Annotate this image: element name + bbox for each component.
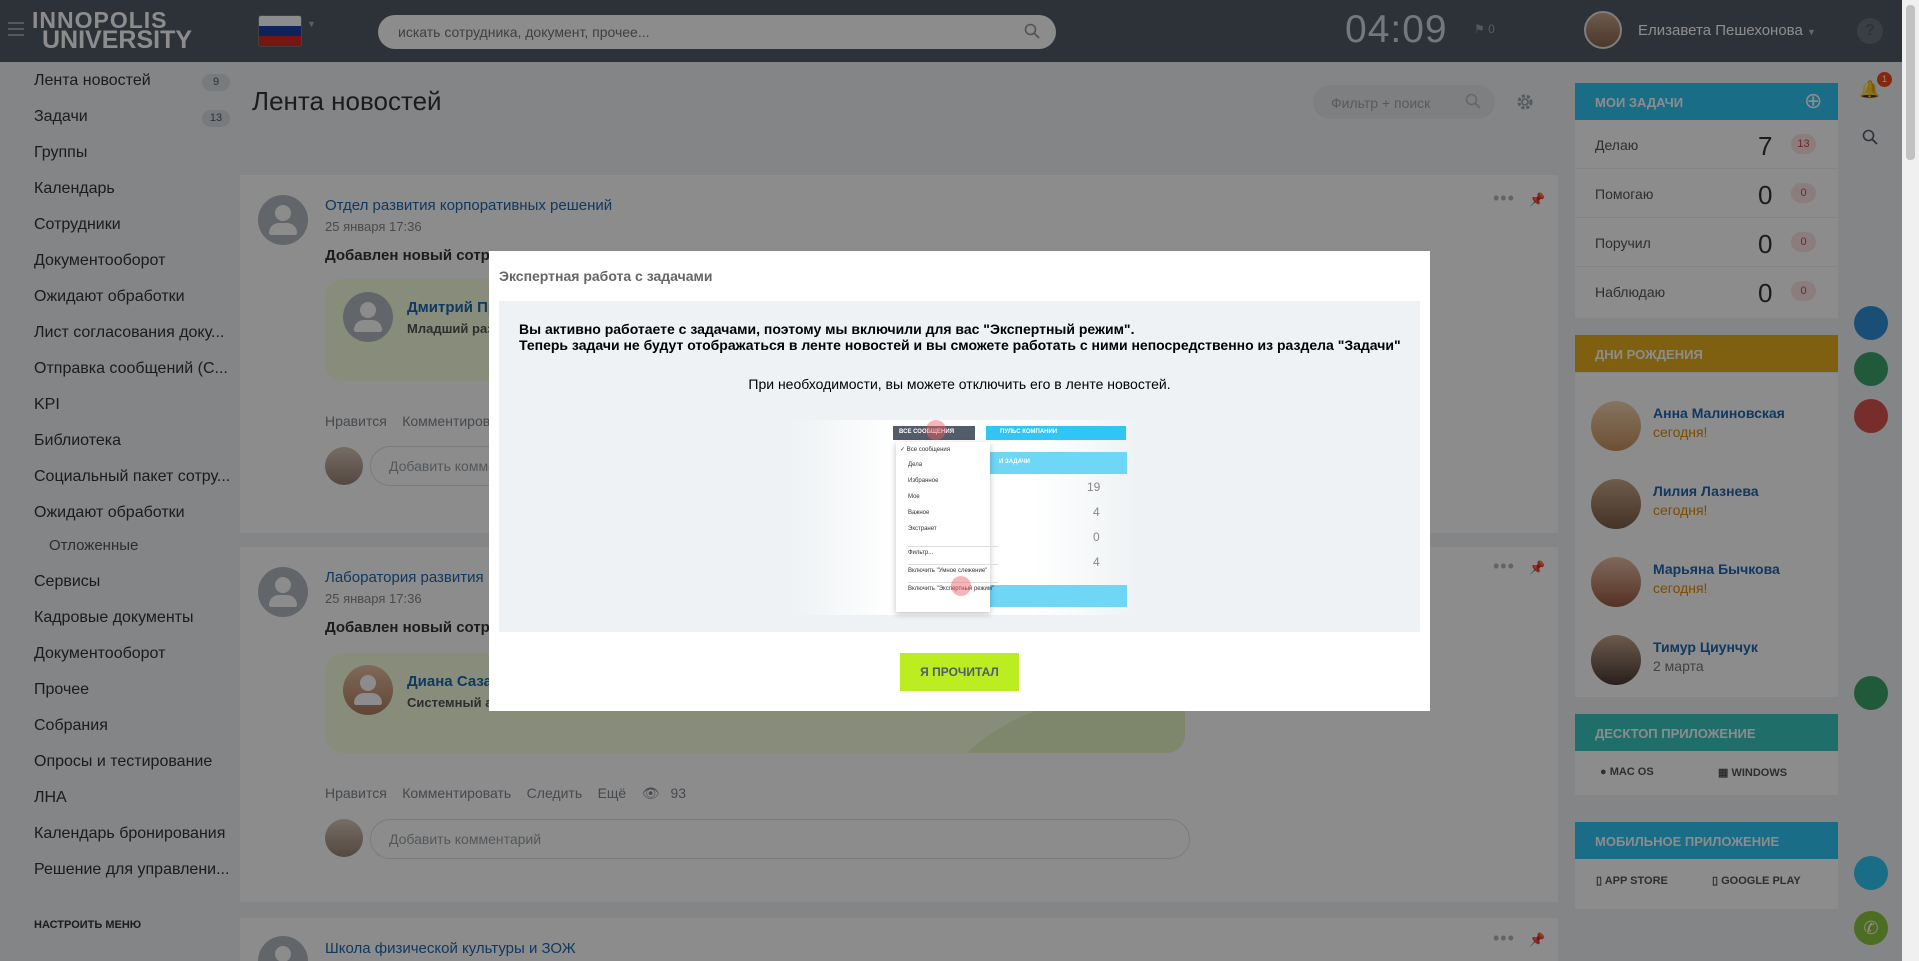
shot-menu-item: Дела [908, 462, 923, 468]
shot-dropdown: ✓ Все сообщения Дела Избранное Мое Важное Экс… [896, 442, 998, 612]
scrollbar-thumb[interactable] [1906, 5, 1915, 160]
dialog-body: Вы активно работаете с задачами, поэтому… [499, 301, 1420, 632]
shot-menu-item: ✓ Все сообщения [900, 447, 950, 453]
shot-click-marker [951, 576, 971, 596]
shot-menu-item: Фильтр... [908, 546, 998, 556]
expert-mode-screenshot: ВСЕ СООБЩЕНИЯ ПУЛЬС КОМПАНИИ И ЗАДАЧИ 19… [789, 420, 1139, 615]
shot-click-marker [926, 420, 946, 440]
shot-menu-item: Включить "Умное слежение" [908, 564, 998, 574]
shot-task-count: 19 [1087, 480, 1101, 494]
shot-task-count: 0 [1093, 530, 1100, 544]
shot-tasks: 19 4 0 4 [987, 476, 1127, 576]
shot-menu-item: Избранное [908, 478, 939, 484]
dialog-title: Экспертная работа с задачами [499, 268, 713, 284]
shot-pulse: ПУЛЬС КОМПАНИИ [986, 426, 1126, 440]
shot-task-count: 4 [1093, 555, 1100, 569]
shot-menu-item: Мое [908, 494, 920, 500]
dialog-text-line-1: Вы активно работаете с задачами, поэтому… [519, 321, 1135, 337]
shot-tasks-header: И ЗАДАЧИ [987, 452, 1127, 474]
dialog-text-line-2: Теперь задачи не будут отображаться в ле… [519, 337, 1401, 353]
shot-footer-bar [987, 585, 1127, 607]
shot-menu-item: Экстранет [908, 526, 937, 532]
dialog-text-line-3: При необходимости, вы можете отключить е… [748, 376, 1171, 392]
i-read-button[interactable]: Я ПРОЧИТАЛ [900, 653, 1019, 691]
shot-menu-item: Важное [908, 510, 930, 516]
shot-task-count: 4 [1093, 505, 1100, 519]
expert-mode-dialog: Экспертная работа с задачами Вы активно … [489, 251, 1430, 711]
